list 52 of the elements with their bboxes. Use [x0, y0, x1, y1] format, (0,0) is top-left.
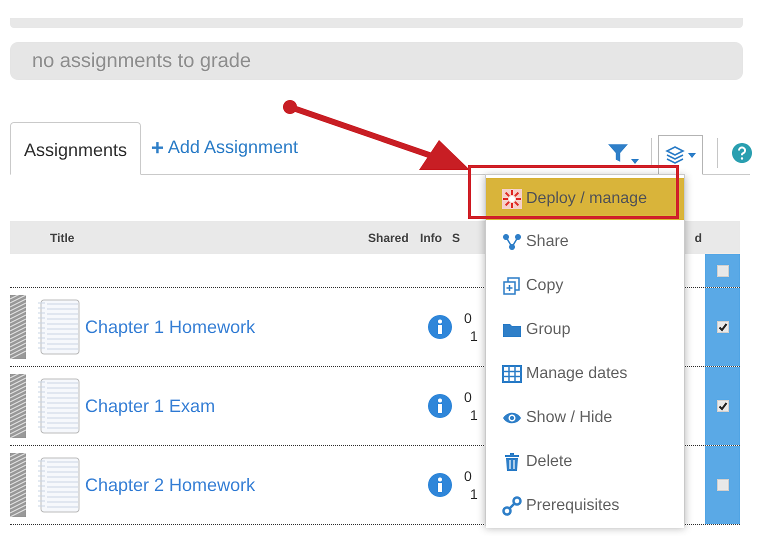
grid-icon	[502, 364, 522, 384]
check-icon	[718, 401, 728, 411]
copy-icon	[502, 276, 522, 296]
assignment-title-link[interactable]: Chapter 2 Homework	[85, 472, 385, 498]
column-header: S	[452, 230, 460, 246]
filter-icon	[607, 142, 629, 164]
menu-item[interactable]: Show / Hide	[486, 396, 684, 440]
table-cell-text: 0	[464, 388, 473, 406]
menu-item[interactable]: Group	[486, 308, 684, 352]
caret-icon	[631, 158, 639, 164]
table-cell: 1	[470, 485, 478, 503]
column-header: Title	[50, 230, 76, 246]
column-header: d	[694, 230, 702, 246]
menu-item[interactable]: Manage dates	[486, 352, 684, 396]
menu-item[interactable]: Delete	[486, 440, 684, 484]
checkbox[interactable]	[716, 479, 728, 491]
column-header: Info	[420, 230, 443, 246]
menu-item[interactable]: Deploy / manage	[486, 178, 684, 220]
assignment-title-link[interactable]: Chapter 1 Exam	[85, 392, 385, 420]
table-cell-text: 0	[464, 467, 473, 485]
checkbox[interactable]	[716, 264, 728, 276]
table-cell-text: 0	[464, 309, 473, 327]
menu-item[interactable]: Copy	[486, 264, 684, 308]
tab[interactable]: Assignments	[10, 122, 142, 175]
notebook-icon	[38, 299, 80, 355]
check-icon	[718, 322, 728, 332]
help-icon[interactable]	[732, 142, 752, 162]
share-icon	[502, 232, 522, 252]
assignment-title-link[interactable]: Chapter 1 Homework	[85, 314, 385, 340]
table-cell: 1	[470, 406, 478, 424]
link-icon	[502, 496, 522, 516]
menu-item[interactable]: Share	[486, 220, 684, 264]
caret-icon	[688, 152, 696, 158]
info-icon[interactable]	[428, 473, 452, 497]
drag-handle-icon[interactable]	[10, 295, 26, 359]
checkbox[interactable]	[716, 400, 728, 412]
notebook-icon	[38, 378, 80, 434]
layers-icon	[665, 145, 685, 165]
add-assignment-link[interactable]: + Add Assignment	[151, 134, 298, 161]
info-icon[interactable]	[428, 315, 452, 339]
menu-item[interactable]: Prerequisites	[486, 484, 684, 528]
column-header: Shared	[368, 230, 410, 246]
grade-field[interactable]: no assignments to grade	[10, 42, 743, 80]
checkbox[interactable]	[716, 321, 728, 333]
trash-icon	[502, 452, 522, 472]
drag-handle-icon[interactable]	[10, 374, 26, 438]
info-icon[interactable]	[428, 394, 452, 418]
notebook-icon	[38, 457, 80, 513]
burst-icon	[502, 189, 522, 209]
table-cell: 1	[470, 327, 478, 345]
layers-button[interactable]	[658, 135, 703, 175]
drag-handle-icon[interactable]	[10, 453, 26, 517]
